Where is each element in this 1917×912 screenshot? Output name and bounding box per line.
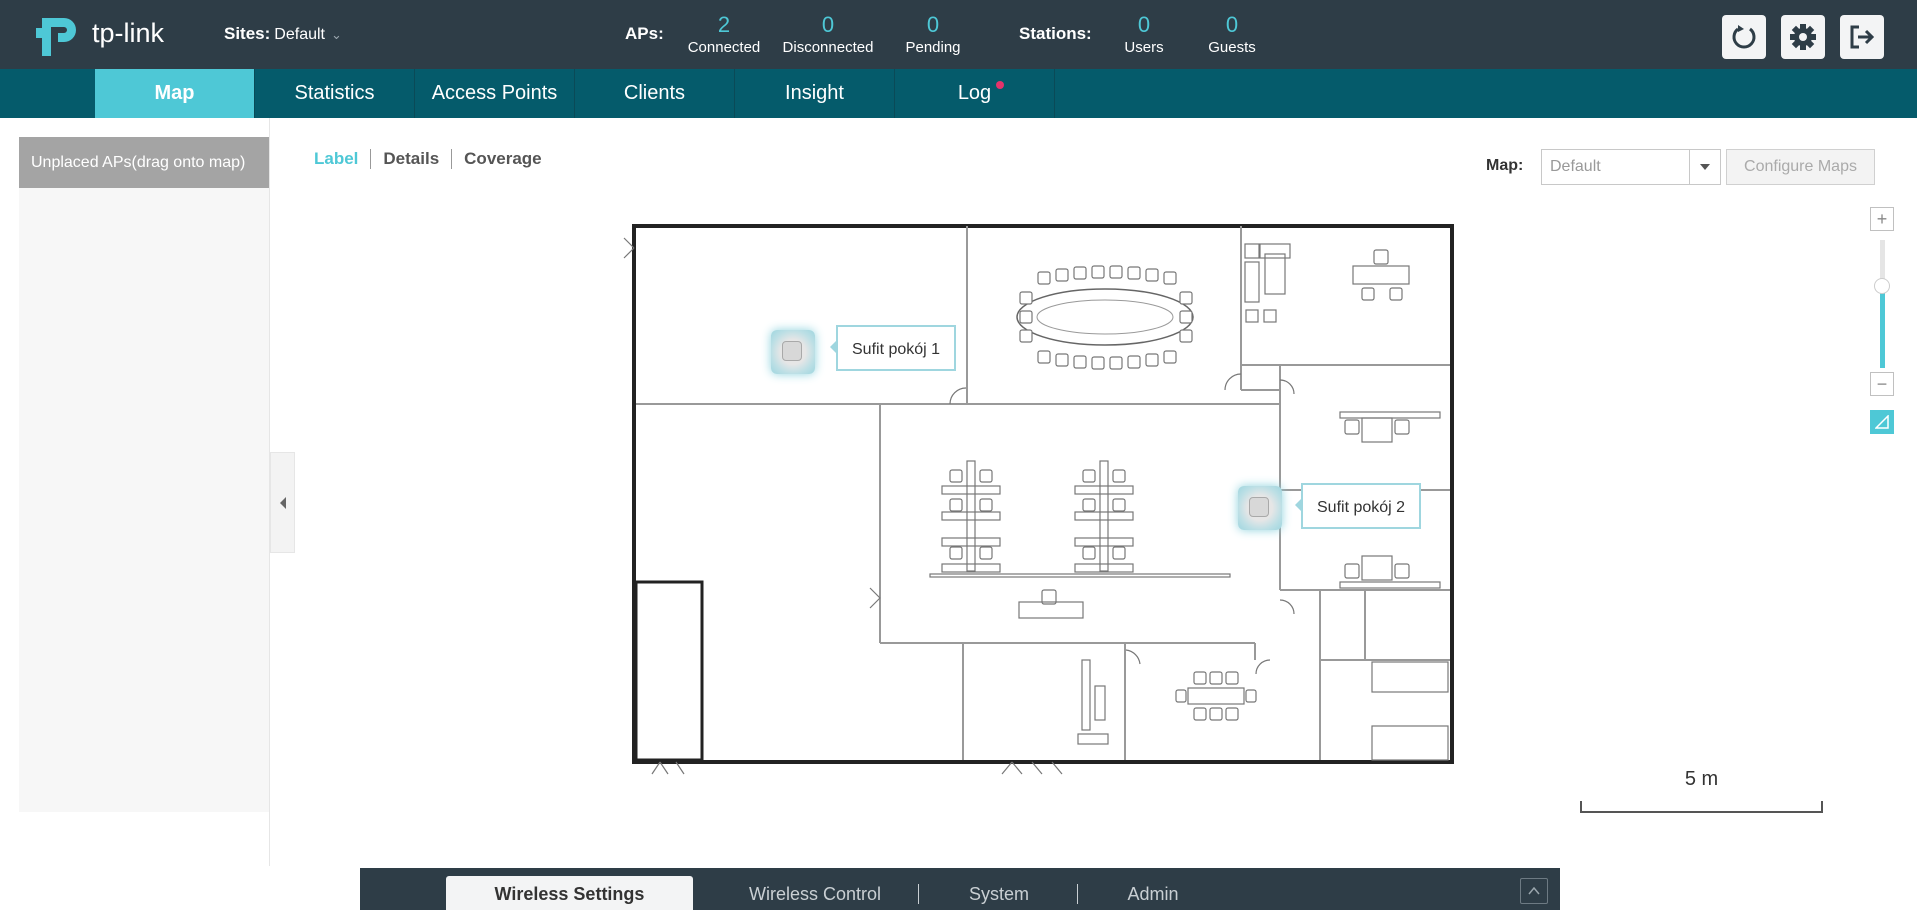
scale-bar	[1580, 801, 1823, 813]
fit-map-button[interactable]	[1870, 410, 1894, 434]
expand-panel-button[interactable]	[1520, 878, 1548, 904]
logo-wordmark: tp-link	[92, 18, 165, 48]
zoom-slider-handle[interactable]	[1874, 278, 1890, 295]
subtab-coverage[interactable]: Coverage	[451, 149, 553, 169]
stations-guests-count: 0	[1225, 12, 1239, 37]
subtab-label[interactable]: Label	[314, 149, 370, 169]
tab-access-points[interactable]: Access Points	[415, 69, 575, 118]
tab-map[interactable]: Map	[95, 69, 255, 118]
notification-dot	[996, 81, 1004, 89]
map-scale: 5 m	[1580, 768, 1823, 813]
ap-marker-1[interactable]	[771, 330, 815, 374]
caret-down-icon	[1689, 150, 1720, 184]
aps-disconnected-count: 0	[821, 12, 835, 37]
aps-pending-stat[interactable]: 0 Pending	[878, 12, 988, 58]
chevron-up-icon	[1528, 887, 1540, 895]
zoom-in-button[interactable]: +	[1870, 207, 1894, 231]
map-label: Map:	[1486, 157, 1524, 174]
tab-admin[interactable]: Admin	[1078, 876, 1228, 910]
aps-label: APs:	[625, 24, 664, 43]
ap-marker-2[interactable]	[1238, 486, 1282, 530]
unplaced-aps-title: Unplaced APs(drag onto map)	[19, 137, 269, 188]
caret-left-icon	[279, 496, 286, 509]
logout-icon	[1850, 25, 1875, 49]
chevron-down-icon: ⌄	[331, 27, 342, 42]
stations-label: Stations:	[1019, 24, 1092, 43]
unplaced-aps-panel: Unplaced APs(drag onto map)	[19, 137, 269, 812]
site-selector[interactable]: Sites: Default ⌄	[224, 24, 342, 44]
aps-connected-count: 2	[717, 12, 731, 37]
map-select[interactable]: Default	[1541, 149, 1721, 185]
scale-label: 5 m	[1684, 768, 1719, 790]
tab-log-label: Log	[957, 82, 992, 104]
minus-icon: −	[1876, 373, 1888, 394]
tab-wireless-settings[interactable]: Wireless Settings	[446, 876, 693, 910]
stations-guests-stat[interactable]: 0 Guests	[1177, 12, 1287, 58]
tab-log[interactable]: Log	[895, 69, 1055, 118]
top-bar: tp-link Sites: Default ⌄ APs: 2 Connected …	[0, 0, 1917, 69]
map-select-value: Default	[1550, 158, 1601, 175]
tab-system[interactable]: System	[920, 876, 1078, 910]
fit-icon	[1875, 415, 1889, 429]
main-nav: Map Statistics Access Points Clients Ins…	[0, 69, 1917, 118]
aps-pending-caption: Pending	[905, 39, 961, 56]
subtab-details[interactable]: Details	[370, 149, 451, 169]
zoom-out-button[interactable]: −	[1870, 372, 1894, 396]
stations-guests-caption: Guests	[1208, 39, 1256, 56]
bottom-settings-bar: Wireless Settings Wireless Control Syste…	[360, 868, 1560, 910]
aps-pending-count: 0	[926, 12, 940, 37]
tab-wireless-control[interactable]: Wireless Control	[705, 876, 925, 910]
refresh-button[interactable]	[1722, 15, 1766, 59]
plus-icon: +	[1876, 208, 1888, 229]
site-value: Default	[274, 26, 325, 43]
settings-button[interactable]	[1781, 15, 1825, 59]
aps-connected-stat[interactable]: 2 Connected	[669, 12, 779, 58]
tab-clients[interactable]: Clients	[575, 69, 735, 118]
sites-label: Sites:	[224, 24, 271, 43]
access-point-icon	[1249, 497, 1269, 517]
gear-icon	[1790, 24, 1816, 50]
tp-link-logo: tp-link	[36, 8, 186, 58]
aps-disconnected-caption: Disconnected	[782, 39, 874, 56]
tab-insight[interactable]: Insight	[735, 69, 895, 118]
aps-connected-caption: Connected	[687, 39, 761, 56]
map-view-tabs: Label Details Coverage	[314, 149, 554, 169]
ap-label-2[interactable]: Sufit pokój 2	[1294, 483, 1422, 529]
configure-maps-button[interactable]: Configure Maps	[1726, 149, 1875, 185]
tp-link-logo-icon	[36, 18, 76, 56]
aps-disconnected-stat[interactable]: 0 Disconnected	[773, 12, 883, 58]
collapse-panel-button[interactable]	[270, 452, 295, 553]
logout-button[interactable]	[1840, 15, 1884, 59]
access-point-icon	[782, 341, 802, 361]
tab-statistics[interactable]: Statistics	[255, 69, 415, 118]
ap-label-1[interactable]: Sufit pokój 1	[829, 325, 957, 371]
zoom-slider-fill	[1880, 286, 1885, 368]
tab-separator	[918, 884, 919, 904]
refresh-icon	[1732, 25, 1756, 49]
